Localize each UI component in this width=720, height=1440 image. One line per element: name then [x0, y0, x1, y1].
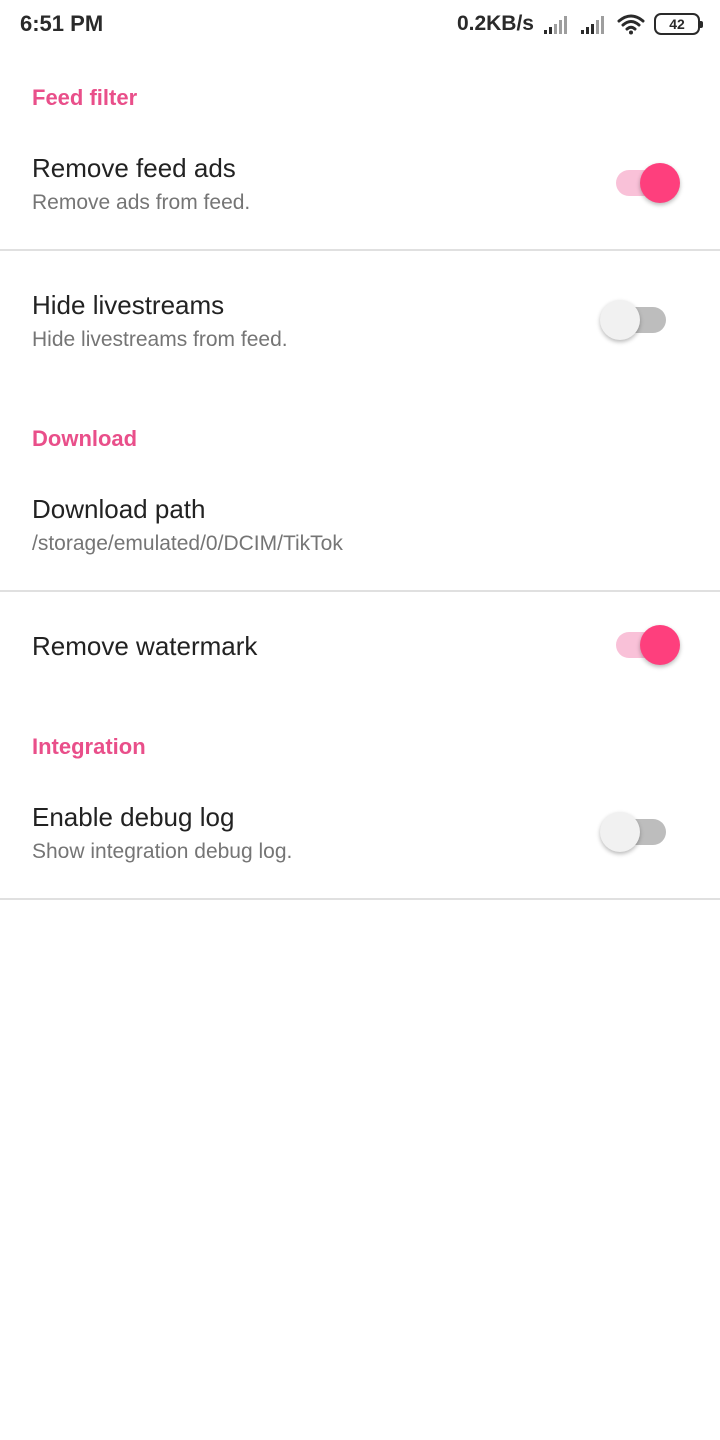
remove-feed-ads-switch[interactable]: [600, 161, 682, 205]
enable-debug-log-switch[interactable]: [600, 810, 682, 854]
pref-summary: Show integration debug log.: [32, 840, 293, 863]
switch-thumb: [640, 163, 680, 203]
section-header-feed-filter: Feed filter: [32, 85, 138, 110]
pref-title: Remove feed ads: [32, 153, 236, 183]
section-header-download: Download: [32, 426, 138, 451]
pref-title: Download path: [32, 494, 206, 524]
divider: [0, 898, 720, 900]
pref-title: Enable debug log: [32, 802, 235, 832]
hide-livestreams-switch[interactable]: [600, 298, 682, 342]
status-time: 6:51 PM: [20, 11, 104, 36]
pref-summary: /storage/emulated/0/DCIM/TikTok: [32, 532, 343, 555]
pref-title: Remove watermark: [32, 631, 258, 661]
divider: [0, 590, 720, 592]
status-icons: 0.2KB/s 42: [456, 10, 703, 38]
remove-watermark-switch[interactable]: [600, 623, 682, 667]
status-bar: 6:51 PM 0.2KB/s 42: [0, 0, 720, 48]
wifi-icon: [617, 13, 645, 35]
divider: [0, 249, 720, 251]
section-header-integration: Integration: [32, 734, 146, 759]
switch-thumb: [600, 300, 640, 340]
pref-summary: Remove ads from feed.: [32, 191, 251, 214]
switch-thumb: [640, 625, 680, 665]
pref-summary: Hide livestreams from feed.: [32, 328, 288, 351]
signal-icon: [543, 14, 571, 34]
battery-icon: 42: [654, 13, 703, 35]
switch-thumb: [600, 812, 640, 852]
network-speed: 0.2KB/s: [456, 12, 534, 35]
signal-icon: [580, 14, 608, 34]
pref-title: Hide livestreams: [32, 290, 225, 320]
battery-level: 42: [669, 16, 685, 32]
